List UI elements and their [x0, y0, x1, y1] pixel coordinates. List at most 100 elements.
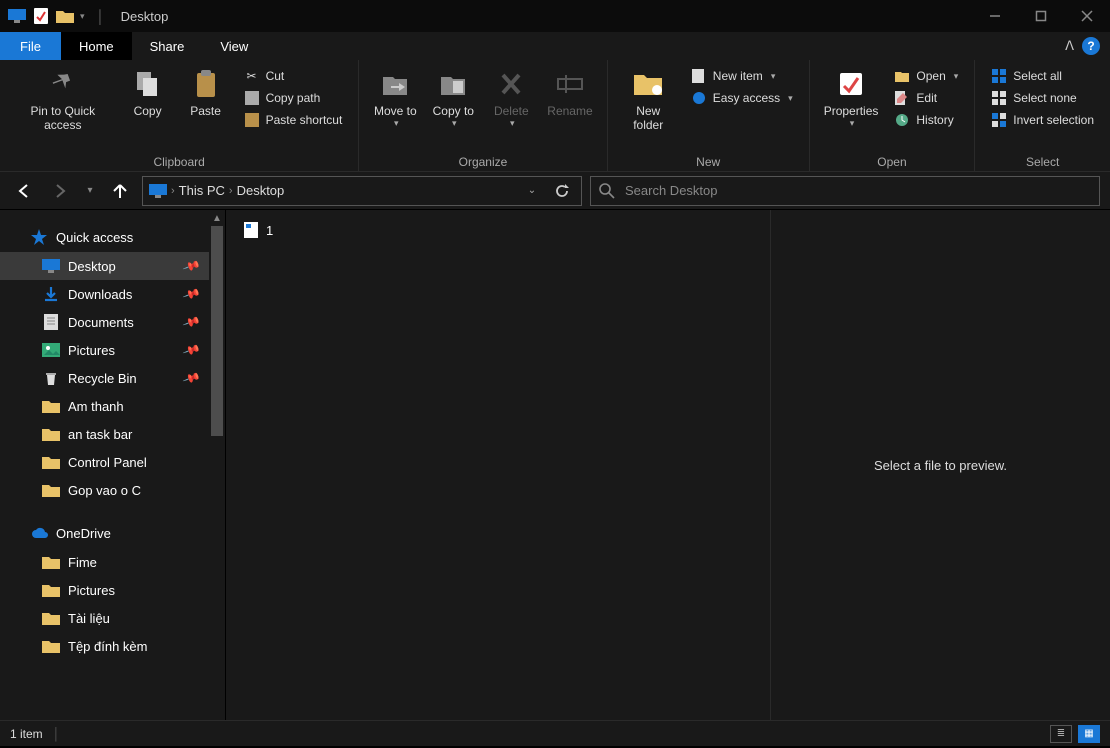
sidebar-item[interactable]: an task bar [0, 420, 225, 448]
scroll-thumb[interactable] [211, 226, 223, 436]
history-icon [894, 112, 910, 128]
easy-access-button[interactable]: Easy access▾ [687, 88, 797, 108]
tab-view[interactable]: View [202, 32, 266, 60]
folder-icon [42, 581, 60, 599]
cut-icon: ✂ [244, 68, 260, 84]
paste-shortcut-button[interactable]: Paste shortcut [240, 110, 347, 130]
sidebar-item[interactable]: Pictures [0, 576, 225, 604]
pin-icon [47, 68, 79, 100]
address-dropdown-button[interactable]: ⌄ [519, 185, 545, 196]
status-bar: 1 item │ ≣ ▦ [0, 720, 1110, 746]
recent-locations-button[interactable]: ▾ [82, 177, 98, 205]
sidebar-item-label: Recycle Bin [68, 371, 137, 386]
sidebar-item-label: Documents [68, 315, 134, 330]
cut-button[interactable]: ✂Cut [240, 66, 347, 86]
search-box[interactable]: Search Desktop [590, 176, 1100, 206]
collapse-ribbon-icon[interactable]: ᐱ [1065, 38, 1074, 54]
select-all-icon [991, 68, 1007, 84]
sidebar-group-quick-access[interactable]: Quick access [0, 222, 225, 252]
sidebar-item-label: Tài liệu [68, 611, 110, 626]
tab-file[interactable]: File [0, 32, 61, 60]
chevron-right-icon[interactable]: › [229, 185, 233, 197]
new-folder-icon [632, 68, 664, 100]
back-button[interactable] [10, 177, 38, 205]
pinned-icon: 📌 [182, 340, 201, 359]
sidebar-item[interactable]: Pictures📌 [0, 336, 225, 364]
cloud-icon [30, 524, 48, 542]
file-item[interactable]: 1 [240, 220, 756, 240]
history-button[interactable]: History [890, 110, 962, 130]
sidebar-item[interactable]: Control Panel [0, 448, 225, 476]
edit-icon [894, 90, 910, 106]
sidebar-item[interactable]: Tệp đính kèm [0, 632, 225, 660]
qat-properties-icon[interactable] [32, 7, 50, 25]
pinned-icon: 📌 [182, 368, 201, 387]
sidebar-item[interactable]: Documents📌 [0, 308, 225, 336]
folder-icon [42, 609, 60, 627]
minimize-button[interactable] [972, 0, 1018, 32]
open-button[interactable]: Open▾ [890, 66, 962, 86]
sidebar-item[interactable]: Gop vao o C [0, 476, 225, 504]
qat-folder-icon[interactable] [56, 7, 74, 25]
paste-shortcut-icon [244, 112, 260, 128]
sidebar-scrollbar[interactable]: ▲ [209, 210, 225, 720]
sidebar-item[interactable]: Downloads📌 [0, 280, 225, 308]
forward-button[interactable] [46, 177, 74, 205]
main-area: Quick accessDesktop📌Downloads📌Documents📌… [0, 210, 1110, 720]
delete-button[interactable]: Delete▾ [483, 64, 539, 133]
sidebar-item[interactable]: Am thanh [0, 392, 225, 420]
properties-button[interactable]: Properties▾ [818, 64, 885, 133]
group-label-organize: Organize [367, 153, 598, 169]
maximize-button[interactable] [1018, 0, 1064, 32]
tab-home[interactable]: Home [61, 32, 132, 60]
sidebar-group-onedrive[interactable]: OneDrive [0, 518, 225, 548]
copy-path-button[interactable]: Copy path [240, 88, 347, 108]
copy-button[interactable]: Copy [120, 64, 176, 122]
help-icon[interactable]: ? [1082, 37, 1100, 55]
close-button[interactable] [1064, 0, 1110, 32]
new-folder-button[interactable]: New folder [616, 64, 681, 136]
file-list[interactable]: 1 [226, 210, 770, 720]
preview-empty-text: Select a file to preview. [874, 458, 1007, 473]
breadcrumb-root[interactable]: This PC [179, 183, 225, 198]
breadcrumb-current[interactable]: Desktop [237, 183, 285, 198]
group-label-select: Select [983, 153, 1102, 169]
app-icon [8, 7, 26, 25]
rename-button[interactable]: Rename [541, 64, 598, 122]
pin-to-quick-access-button[interactable]: Pin to Quick access [8, 64, 118, 136]
qat-dropdown-icon[interactable]: ▾ [80, 11, 85, 22]
folder-icon [42, 553, 60, 571]
move-to-icon [379, 68, 411, 100]
select-none-icon [991, 90, 1007, 106]
sidebar-item-label: Pictures [68, 583, 115, 598]
edit-button[interactable]: Edit [890, 88, 962, 108]
select-all-button[interactable]: Select all [987, 66, 1098, 86]
address-bar[interactable]: › This PC › Desktop ⌄ [142, 176, 582, 206]
folder-icon [42, 425, 60, 443]
star-icon [30, 228, 48, 246]
sidebar-item[interactable]: Recycle Bin 📌 [0, 364, 225, 392]
sidebar-item[interactable]: Desktop📌 [0, 252, 225, 280]
tab-share[interactable]: Share [132, 32, 203, 60]
up-button[interactable] [106, 177, 134, 205]
sidebar-item-label: Tệp đính kèm [68, 639, 148, 654]
view-icons-button[interactable]: ▦ [1078, 725, 1100, 743]
copy-icon [132, 68, 164, 100]
folder-icon [42, 637, 60, 655]
download-icon [42, 285, 60, 303]
new-item-button[interactable]: New item▾ [687, 66, 797, 86]
document-icon [42, 313, 60, 331]
refresh-button[interactable] [549, 183, 575, 199]
paste-button[interactable]: Paste [178, 64, 234, 122]
view-details-button[interactable]: ≣ [1050, 725, 1072, 743]
pinned-icon: 📌 [182, 256, 201, 275]
invert-selection-button[interactable]: Invert selection [987, 110, 1098, 130]
select-none-button[interactable]: Select none [987, 88, 1098, 108]
recycle-icon [42, 369, 60, 387]
copy-to-button[interactable]: Copy to▾ [425, 64, 481, 133]
scroll-up-icon[interactable]: ▲ [209, 210, 225, 226]
sidebar-item[interactable]: Fime [0, 548, 225, 576]
sidebar-item[interactable]: Tài liệu [0, 604, 225, 632]
chevron-right-icon[interactable]: › [171, 185, 175, 197]
move-to-button[interactable]: Move to▾ [367, 64, 423, 133]
